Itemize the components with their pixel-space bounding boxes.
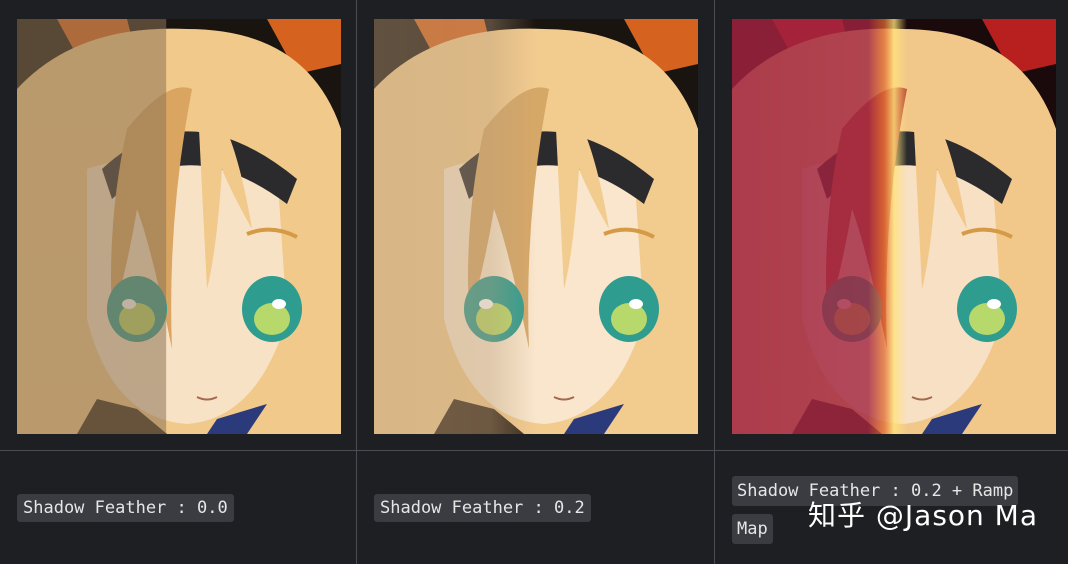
image-cell-1 <box>0 0 357 451</box>
character-render-3 <box>732 19 1056 434</box>
caption-cell-2: Shadow Feather : 0.2 <box>357 451 715 564</box>
shadow-overlay <box>732 19 1056 434</box>
image-cell-2 <box>357 0 715 451</box>
render-image-hard-shadow <box>17 19 341 434</box>
render-image-soft-shadow <box>374 19 698 434</box>
character-render-1 <box>17 19 341 434</box>
shadow-overlay <box>17 19 341 434</box>
watermark: 知乎 @Jason Ma <box>808 499 1038 532</box>
caption-code-1: Shadow Feather : 0.0 <box>17 494 234 522</box>
character-render-2 <box>374 19 698 434</box>
caption-code-2: Shadow Feather : 0.2 <box>374 494 591 522</box>
shadow-overlay <box>374 19 698 434</box>
render-image-ramp-shadow <box>732 19 1056 434</box>
caption-cell-1: Shadow Feather : 0.0 <box>0 451 357 564</box>
image-cell-3 <box>715 0 1068 451</box>
comparison-grid: Shadow Feather : 0.0 Shadow Feather : 0.… <box>0 0 1068 564</box>
